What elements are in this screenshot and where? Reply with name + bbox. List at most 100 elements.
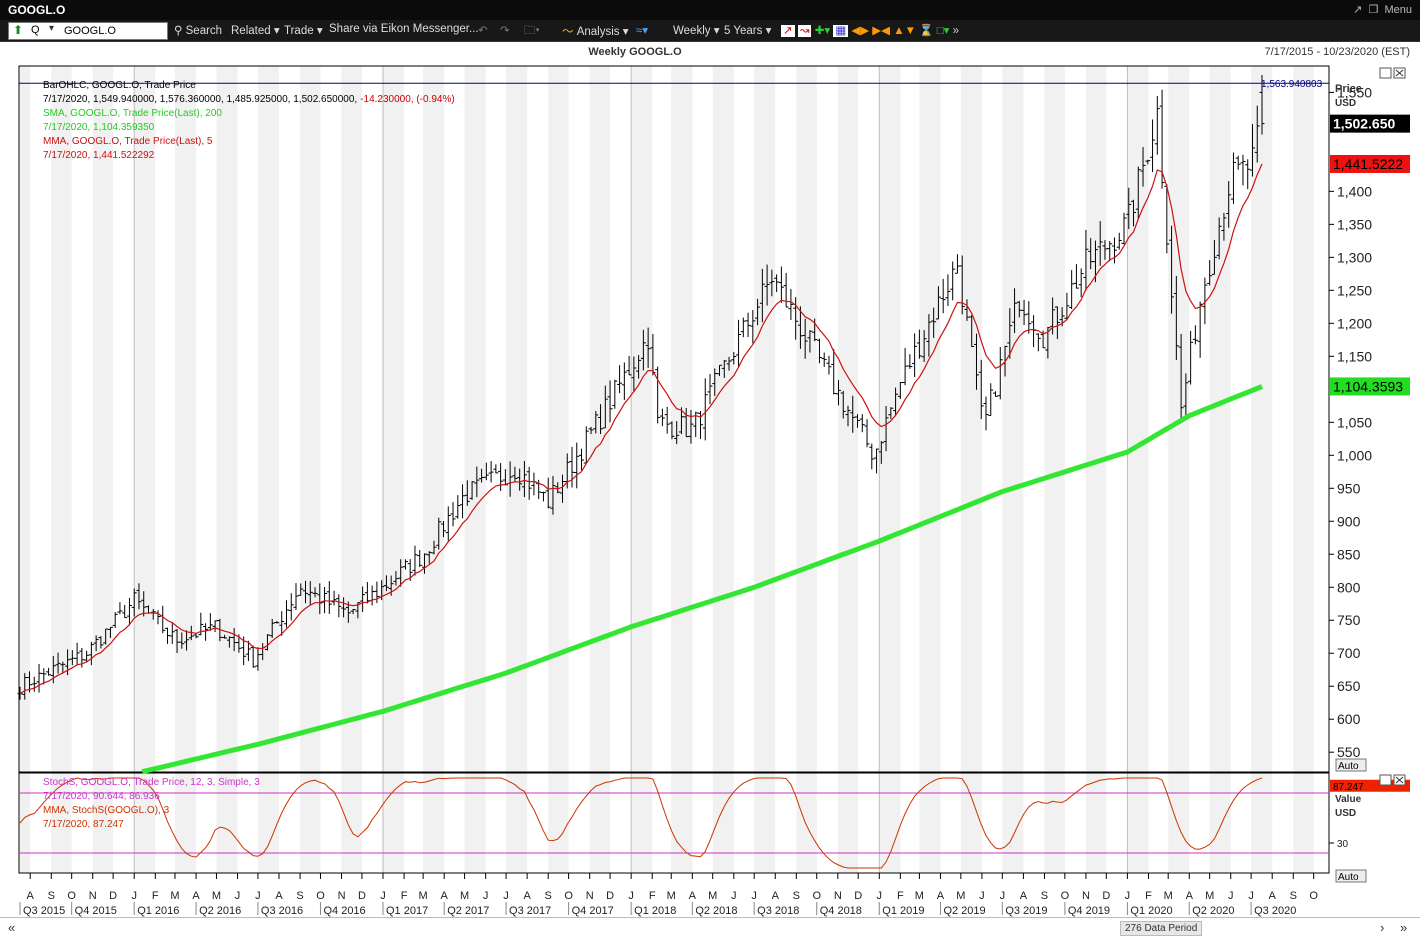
restore-icon[interactable]: ❐ [1368,4,1378,16]
quarter-label: Q3 2017 [509,905,551,917]
scroll-end-icon[interactable]: » [1400,920,1407,935]
quarter-label: Q1 2020 [1130,905,1172,917]
analysis-label: Analysis [576,26,620,38]
dropdown-caret-icon: ▾ [765,25,772,37]
chevron-down-icon[interactable]: ▾ [49,23,54,34]
status-bar: « 276 Data Period › » [0,917,1420,939]
ohlc-values: 7/17/2020, 1,549.940000, 1,576.360000, 1… [43,94,357,105]
up-arrow-icon[interactable]: ⬆ [13,23,23,37]
wave-icon[interactable]: ≈▾ [636,23,648,37]
price-axis-label: Price [1335,83,1362,95]
window-menu[interactable]: ↗ ❐ Menu [1353,3,1412,16]
range-label: 5 Years [724,25,763,37]
interval-label: Weekly [673,25,711,37]
month-label: J [235,890,241,902]
share-button[interactable]: Share via Eikon Messenger... [329,23,479,35]
quarter-label: Q2 2019 [943,905,985,917]
hourglass-icon[interactable]: ⌛ [919,25,933,37]
currency-label: USD [1335,98,1356,109]
expand-icon[interactable]: ↗ [1353,4,1362,16]
dropdown-caret-icon: ▾ [713,25,720,37]
month-stripe [1251,66,1273,873]
price-tick-label: 900 [1337,513,1361,529]
select-icon[interactable]: □▾ [937,25,950,37]
price-tick-label: 1,150 [1337,348,1372,364]
month-label: D [1102,890,1110,902]
dropdown-caret-icon: ▾ [273,25,280,37]
quarter-label: Q1 2019 [882,905,924,917]
window-title: GOOGL.O [8,3,66,17]
restore-stoch-pane-icon[interactable] [1379,774,1392,786]
month-label: M [667,890,676,902]
more-icon[interactable]: » [953,25,959,37]
month-label: A [523,890,531,902]
value-axis-label: Value [1335,794,1362,805]
price-tick-label: 700 [1337,645,1361,661]
price-tick-label: 600 [1337,711,1361,727]
price-tick-label: 1,200 [1337,315,1372,331]
ric-input[interactable] [64,24,164,37]
scroll-left-icon[interactable]: « [8,920,15,935]
month-label: A [1020,890,1028,902]
month-label: J [380,890,386,902]
month-label: J [255,890,261,902]
month-label: D [854,890,862,902]
price-tick-label: 850 [1337,546,1361,562]
compare-chart-icon[interactable]: ↝ [797,25,812,37]
ric-search-box[interactable]: ⬆ Q ▾ [8,22,168,40]
ohlc-legend-values: 7/17/2020, 1,549.940000, 1,576.360000, 1… [43,94,455,105]
quarter-label: Q4 2015 [75,905,117,917]
chart-title: Weekly GOOGL.O [588,46,682,58]
redo-icon[interactable]: ↷ [500,23,510,37]
month-label: F [152,890,159,902]
undo-icon[interactable]: ↶ [478,23,488,37]
zoom-vertical-icon[interactable]: ▲▼ [893,25,916,37]
scroll-right-icon[interactable]: › [1380,920,1384,935]
month-stripe [300,66,321,873]
folder-icon[interactable]: 🗀▾ [524,23,540,42]
month-stripe [1002,66,1024,873]
month-stripe [796,66,817,873]
related-menu[interactable]: Related ▾ [231,23,280,37]
quarter-label: Q1 2017 [386,905,428,917]
quote-type-label[interactable]: Q [31,24,40,36]
dropdown-caret-icon: ▾ [316,25,323,37]
line-chart-icon[interactable]: ↗ [781,25,795,37]
month-label: N [338,890,346,902]
month-stripe [1168,66,1190,873]
related-label: Related [231,25,271,37]
month-label: N [586,890,594,902]
month-label: M [1164,890,1173,902]
menu-label[interactable]: Menu [1384,4,1412,16]
ohlc-legend-name: BarOHLC, GOOGL.O, Trade Price [43,80,196,91]
month-stripe [51,66,72,873]
analysis-menu[interactable]: 〜 Analysis ▾ [562,23,629,39]
month-label: O [316,890,325,902]
month-stripe [1044,66,1065,873]
grid-icon[interactable]: ▦ [833,25,849,37]
price-tick-label: 1,050 [1337,414,1372,430]
month-label: O [812,890,821,902]
price-tick-label: 550 [1337,744,1361,760]
month-stripe [134,66,156,873]
month-stripe [671,66,693,873]
price-tick-label: 1,250 [1337,282,1372,298]
month-label: D [109,890,117,902]
trade-menu[interactable]: Trade ▾ [284,23,323,37]
crosshair-icon[interactable]: ✚▾ [815,25,830,37]
price-tick-label: 1,400 [1337,183,1372,199]
restore-pane-icon[interactable] [1379,67,1392,79]
month-stripe [960,66,982,873]
month-label: N [89,890,97,902]
month-stripe [423,66,445,873]
range-menu[interactable]: 5 Years ▾ [724,23,771,37]
chart-canvas[interactable]: 550 600 650 700 750 800 850 900 950 1,000 1,050 1,1… [0,62,1420,917]
search-button[interactable]: ⚲ Search [174,23,222,37]
interval-menu[interactable]: Weekly ▾ [673,23,719,37]
price-tick-label: 750 [1337,612,1361,628]
data-period-count: 276 Data Period [1120,921,1203,936]
month-label: O [1309,890,1318,902]
scroll-left-icon[interactable]: ◀▶ [851,25,869,37]
fit-icon[interactable]: ▶◀ [872,25,890,37]
value-unit-label: USD [1335,808,1356,819]
